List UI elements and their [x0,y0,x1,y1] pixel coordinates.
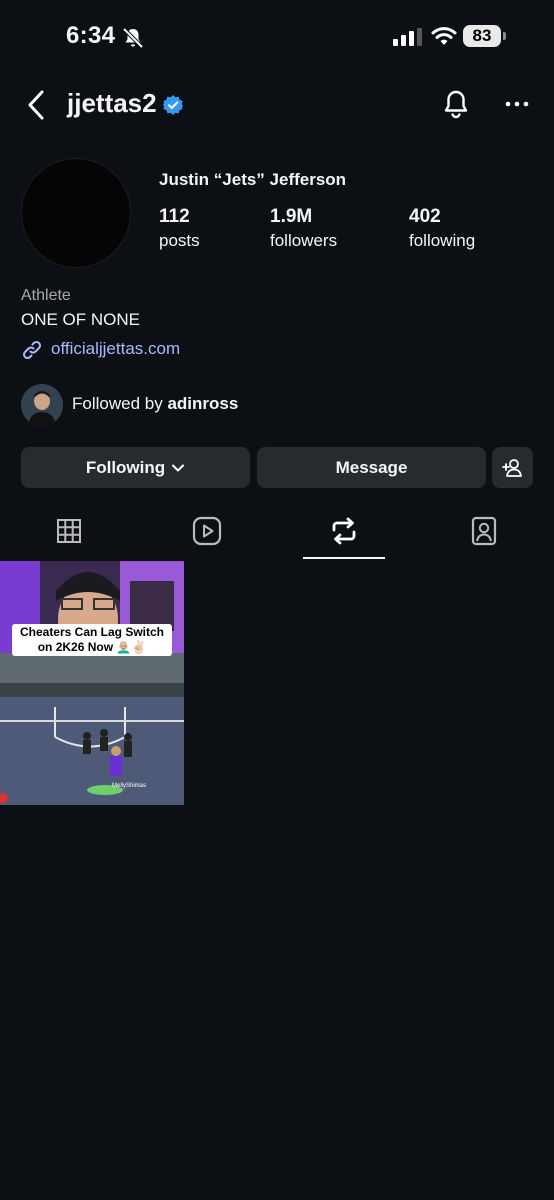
add-person-icon [501,458,522,477]
following-button[interactable]: Following [21,447,250,488]
stat-following-value: 402 [409,206,441,227]
tab-grid[interactable] [54,515,84,547]
tab-tagged[interactable] [469,515,499,547]
followed-by-username: adinross [167,394,239,413]
profile-bio: ONE OF NONE [21,310,141,329]
reels-icon [192,516,222,546]
post-thumbnail[interactable]: Cheaters Can Lag Switch on 2K26 Now 👨🏼‍🦲… [0,561,184,805]
post-image [0,561,184,805]
stat-following-label: following [409,231,476,250]
following-button-label: Following [85,457,166,477]
stat-posts-value: 112 [159,206,190,227]
follower-avatar[interactable] [21,384,63,426]
tab-reels[interactable] [192,515,222,547]
stat-followers[interactable]: 1.9M followers [270,205,337,253]
stat-followers-value: 1.9M [270,206,313,227]
profile-full-name: Justin “Jets” Jefferson [159,170,347,189]
status-time: 6:34 [66,22,116,49]
post-caption: Cheaters Can Lag Switch on 2K26 Now 👨🏼‍🦲… [12,624,172,656]
profile-username: jjettas2 [67,88,157,118]
battery-level: 83 [463,25,501,47]
post-player-tag: MellyShimas [112,783,147,789]
cellular-signal-icon [393,28,422,46]
chevron-down-icon [172,464,185,471]
more-options-icon[interactable] [504,98,530,110]
notification-bell-icon[interactable] [440,88,472,120]
verified-badge-icon [163,95,183,115]
message-button[interactable]: Message [257,447,486,488]
follower-avatar-image [21,384,63,426]
suggested-users-button[interactable] [492,447,533,488]
reposts-icon [332,517,356,545]
stat-following[interactable]: 402 following [409,205,475,253]
profile-link[interactable]: officialjjettas.com [51,339,180,359]
tagged-icon [471,516,497,546]
profile-avatar[interactable] [21,158,131,268]
stat-posts-label: posts [159,231,200,250]
back-arrow-icon[interactable] [22,88,50,122]
battery-icon: 83 [463,25,507,49]
tab-reposts[interactable] [329,515,359,547]
stat-posts[interactable]: 112 posts [159,205,200,253]
active-tab-indicator [303,557,385,559]
followed-by-text[interactable]: Followed by adinross [72,394,238,414]
stat-followers-label: followers [270,231,338,250]
wifi-icon [431,27,457,45]
grid-icon [57,519,81,543]
link-icon [22,340,42,360]
followed-by-prefix: Followed by [72,394,168,413]
message-button-label: Message [335,457,408,477]
profile-category: Athlete [21,287,71,304]
bell-off-icon [122,27,144,49]
